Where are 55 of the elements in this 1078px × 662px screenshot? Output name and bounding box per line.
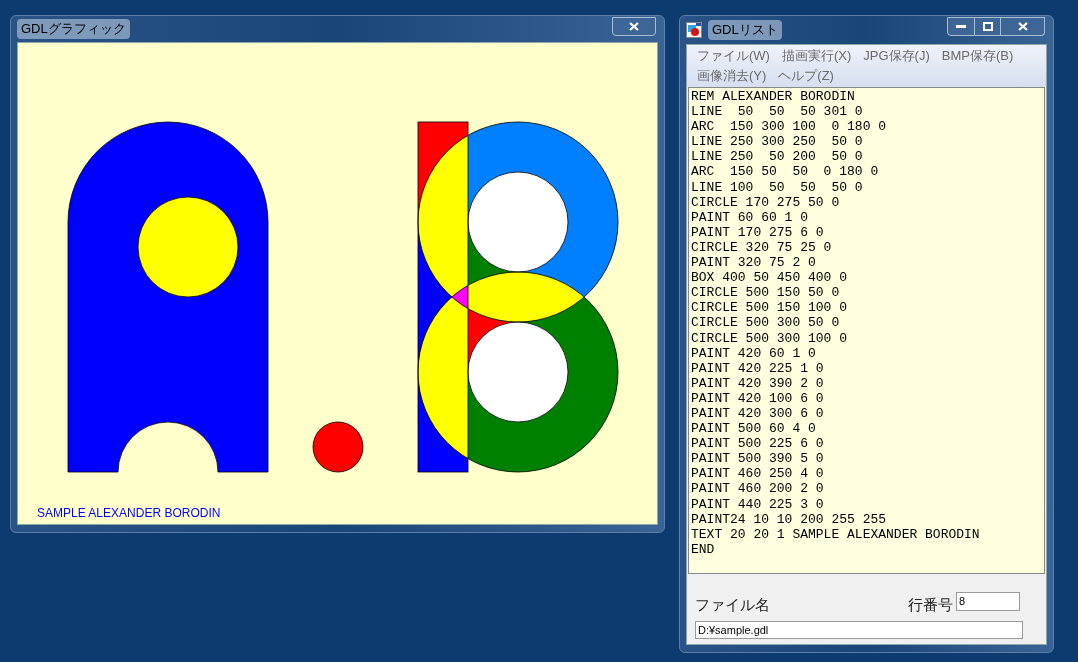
minimize-icon	[956, 24, 966, 29]
code-line: ARC 150 300 100 0 180 0	[691, 119, 887, 135]
code-line: PAINT 460 250 4 0	[691, 466, 824, 482]
code-line: PAINT 500 60 4 0	[691, 421, 816, 437]
code-line: LINE 250 50 200 50 0	[691, 149, 863, 165]
code-line: PAINT 420 300 6 0	[691, 405, 824, 422]
menu-item[interactable]: 画像消去(Y)	[691, 66, 773, 86]
line-number-field[interactable]: 8	[956, 591, 1020, 611]
menu-item[interactable]: JPG保存(J)	[857, 46, 936, 66]
dot-drawing	[312, 421, 364, 473]
code-line: REM ALEXANDER BORODIN	[691, 89, 855, 105]
field-label: ファイル名	[695, 595, 770, 615]
code-line: PAINT 420 225 1 0	[691, 360, 824, 376]
code-line: PAINT 60 60 1 0	[691, 209, 809, 225]
menu-item[interactable]: 描画実行(X)	[775, 46, 858, 66]
code-line: PAINT 460 200 2 0	[691, 481, 824, 497]
code-line: CIRCLE 320 75 25 0	[691, 239, 832, 256]
app-icon	[686, 22, 702, 38]
field-label: 行番号	[908, 595, 953, 615]
code-line: PAINT 500 390 5 0	[691, 451, 824, 467]
code-line: CIRCLE 500 150 100 0	[691, 300, 848, 316]
code-line: LINE 50 50 50 301 0	[691, 104, 863, 120]
code-line: PAINT 420 60 1 0	[691, 345, 816, 361]
close-icon	[629, 22, 639, 31]
minimize-button[interactable]	[947, 17, 975, 36]
code-line: PAINT 500 225 6 0	[691, 436, 824, 452]
menu-item[interactable]: BMP保存(B)	[935, 46, 1020, 66]
code-line: CIRCLE 170 275 50 0	[691, 194, 840, 210]
window-title: GDLグラフィック	[17, 19, 130, 39]
code-line: PAINT 170 275 6 0	[691, 224, 824, 240]
close-icon	[1017, 22, 1028, 31]
code-line: END	[691, 541, 715, 557]
code-line: CIRCLE 500 150 50 0	[691, 285, 840, 301]
close-button[interactable]	[612, 17, 656, 36]
maximize-icon	[982, 22, 993, 31]
code-line: PAINT 420 100 6 0	[691, 390, 824, 406]
maximize-button[interactable]	[975, 17, 1001, 36]
code-listing[interactable]	[688, 87, 1045, 574]
code-line: CIRCLE 500 300 100 0	[691, 330, 848, 346]
close-button[interactable]	[1001, 17, 1045, 36]
code-line: LINE 100 50 50 50 0	[691, 179, 863, 195]
code-line: PAINT 420 390 2 0	[691, 375, 824, 391]
code-line: LINE 250 300 250 50 0	[691, 134, 863, 150]
code-line: BOX 400 50 450 400 0	[691, 270, 848, 286]
caption-text: SAMPLE ALEXANDER BORODIN	[37, 506, 221, 520]
code-line: ARC 150 50 50 0 180 0	[691, 164, 879, 180]
code-line: CIRCLE 500 300 50 0	[691, 315, 840, 331]
menu-item[interactable]: ヘルプ(Z)	[772, 66, 840, 86]
code-line: PAINT 440 225 3 0	[691, 496, 824, 512]
file-name-field[interactable]: D:¥sample.gdl	[695, 620, 1023, 639]
menu-item[interactable]: ファイル(W)	[691, 46, 776, 66]
code-line: TEXT 20 20 1 SAMPLE ALEXANDER BORODIN	[691, 526, 980, 542]
window-title: GDLリスト	[708, 20, 782, 40]
code-line: PAINT 320 75 2 0	[691, 255, 816, 271]
code-line: PAINT24 10 10 200 255 255	[691, 511, 887, 527]
